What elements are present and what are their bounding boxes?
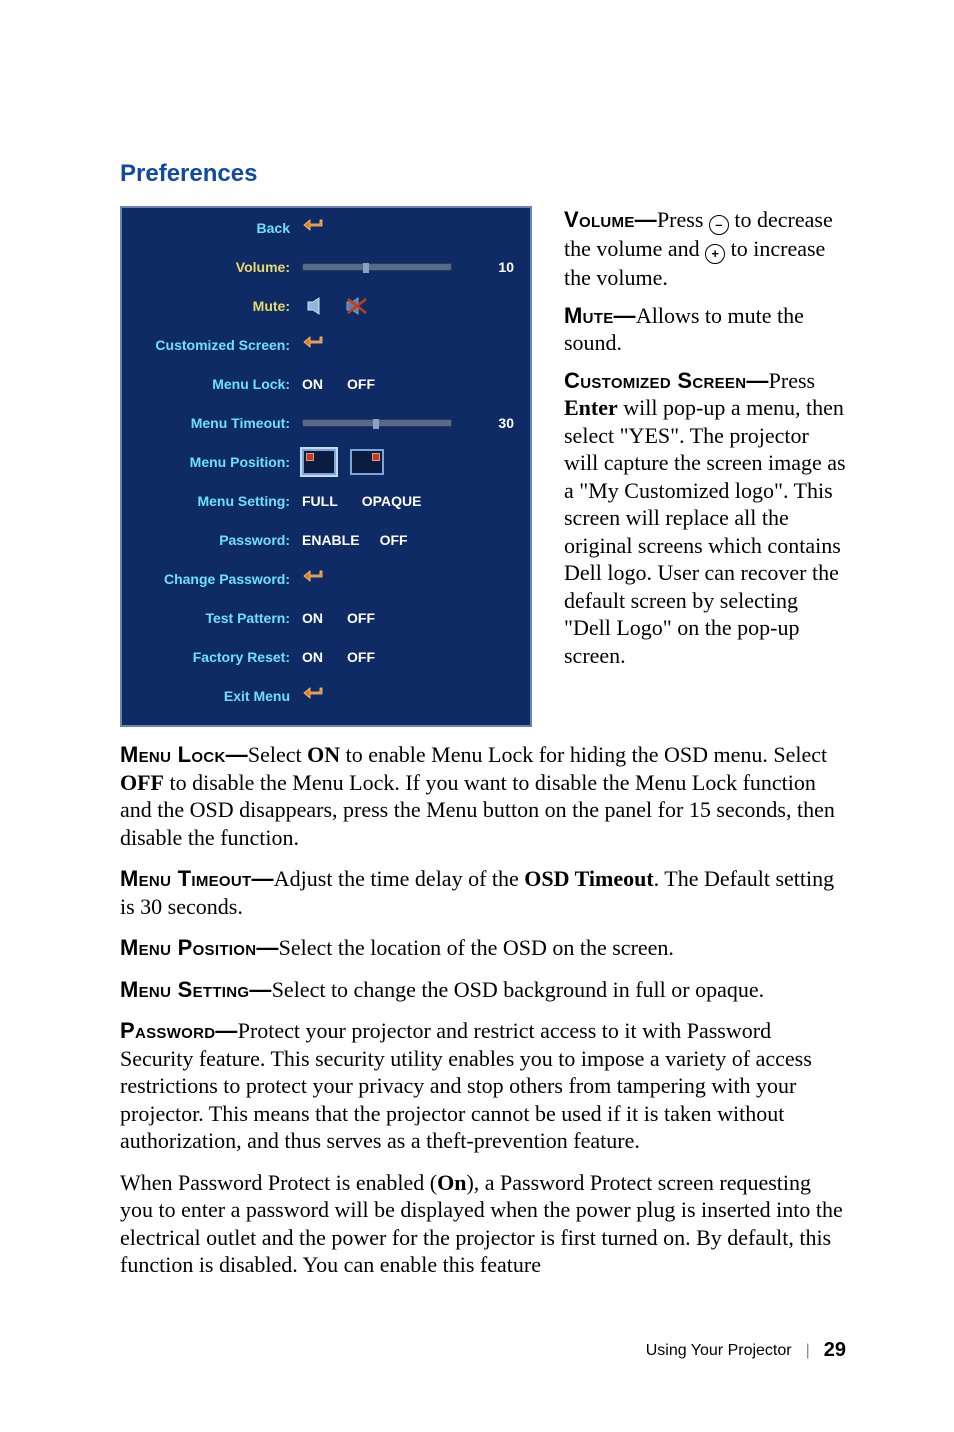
cust-enter-bold: Enter <box>564 395 618 420</box>
pw2-text-1: When Password Protect is enabled ( <box>120 1170 437 1195</box>
custscreen-keyword: Customized Screen— <box>564 368 769 393</box>
body-text: Menu Lock—Select ON to enable Menu Lock … <box>120 741 846 1279</box>
menulock-keyword: Menu Lock— <box>120 742 248 767</box>
osd-back-label: Back <box>122 220 302 236</box>
osd-factoryreset-off: OFF <box>347 649 375 665</box>
timeout-slider <box>302 419 452 427</box>
osd-testpattern-label: Test Pattern: <box>122 610 302 626</box>
osd-testpattern-off: OFF <box>347 610 375 626</box>
osd-password-off: OFF <box>380 532 408 548</box>
password-keyword: Password— <box>120 1018 238 1043</box>
osd-mute-label: Mute: <box>122 298 302 314</box>
osd-menutimeout-label: Menu Timeout: <box>122 415 302 431</box>
right-column: Volume—Press – to decrease the volume an… <box>564 206 846 727</box>
mp-text: Select the location of the OSD on the sc… <box>279 935 674 960</box>
enter-arrow-icon <box>302 686 324 705</box>
mt-text-1: Adjust the time delay of the <box>274 866 525 891</box>
volume-keyword: Volume— <box>564 207 657 232</box>
mt-bold: OSD Timeout <box>524 866 653 891</box>
volume-slider <box>302 263 452 271</box>
osd-password-label: Password: <box>122 532 302 548</box>
speaker-mute-icon <box>342 293 372 319</box>
cust-text-2: will pop-up a menu, then select "YES". T… <box>564 395 846 668</box>
footer-separator-icon: | <box>806 1342 810 1360</box>
page-footer: Using Your Projector | 29 <box>646 1339 846 1362</box>
osd-password-enable: ENABLE <box>302 532 360 548</box>
osd-volume-label: Volume: <box>122 259 302 275</box>
pw2-on-bold: On <box>437 1170 466 1195</box>
menuposition-keyword: Menu Position— <box>120 935 279 960</box>
footer-page-number: 29 <box>824 1339 846 1362</box>
enter-arrow-icon <box>302 335 324 354</box>
ml-off-bold: OFF <box>120 770 164 795</box>
cust-text-1: Press <box>769 368 815 393</box>
osd-menuposition-label: Menu Position: <box>122 454 302 470</box>
osd-menusetting-opaque: OPAQUE <box>362 493 422 509</box>
ml-text-2: to enable Menu Lock for hiding the OSD m… <box>340 742 827 767</box>
menu-position-topright-icon <box>350 449 384 475</box>
volume-text-1: Press <box>657 207 709 232</box>
menu-position-topleft-icon <box>302 449 336 475</box>
osd-menutimeout-value: 30 <box>498 415 520 431</box>
ml-on-bold: ON <box>307 742 340 767</box>
osd-menulock-label: Menu Lock: <box>122 376 302 392</box>
footer-chapter: Using Your Projector <box>646 1342 792 1360</box>
menusetting-keyword: Menu Setting— <box>120 977 272 1002</box>
osd-custscreen-label: Customized Screen: <box>122 337 302 353</box>
speaker-icon <box>302 293 332 319</box>
osd-changepw-label: Change Password: <box>122 571 302 587</box>
osd-menusetting-label: Menu Setting: <box>122 493 302 509</box>
osd-factoryreset-label: Factory Reset: <box>122 649 302 665</box>
section-title: Preferences <box>120 160 846 188</box>
plus-button-icon: + <box>705 244 725 264</box>
ml-text-3: to disable the Menu Lock. If you want to… <box>120 770 835 850</box>
osd-menusetting-full: FULL <box>302 493 338 509</box>
ml-text-1: Select <box>248 742 307 767</box>
ms-text: Select to change the OSD background in f… <box>272 977 764 1002</box>
osd-menulock-on: ON <box>302 376 323 392</box>
osd-exit-label: Exit Menu <box>122 688 302 704</box>
osd-factoryreset-on: ON <box>302 649 323 665</box>
mute-keyword: Mute— <box>564 303 636 328</box>
osd-volume-value: 10 <box>498 259 520 275</box>
minus-button-icon: – <box>709 215 729 235</box>
enter-arrow-icon <box>302 218 324 237</box>
menutimeout-keyword: Menu Timeout— <box>120 866 274 891</box>
osd-testpattern-on: ON <box>302 610 323 626</box>
enter-arrow-icon <box>302 569 324 588</box>
osd-panel: Back Volume: 10 Mute: <box>120 206 532 727</box>
osd-menulock-off: OFF <box>347 376 375 392</box>
